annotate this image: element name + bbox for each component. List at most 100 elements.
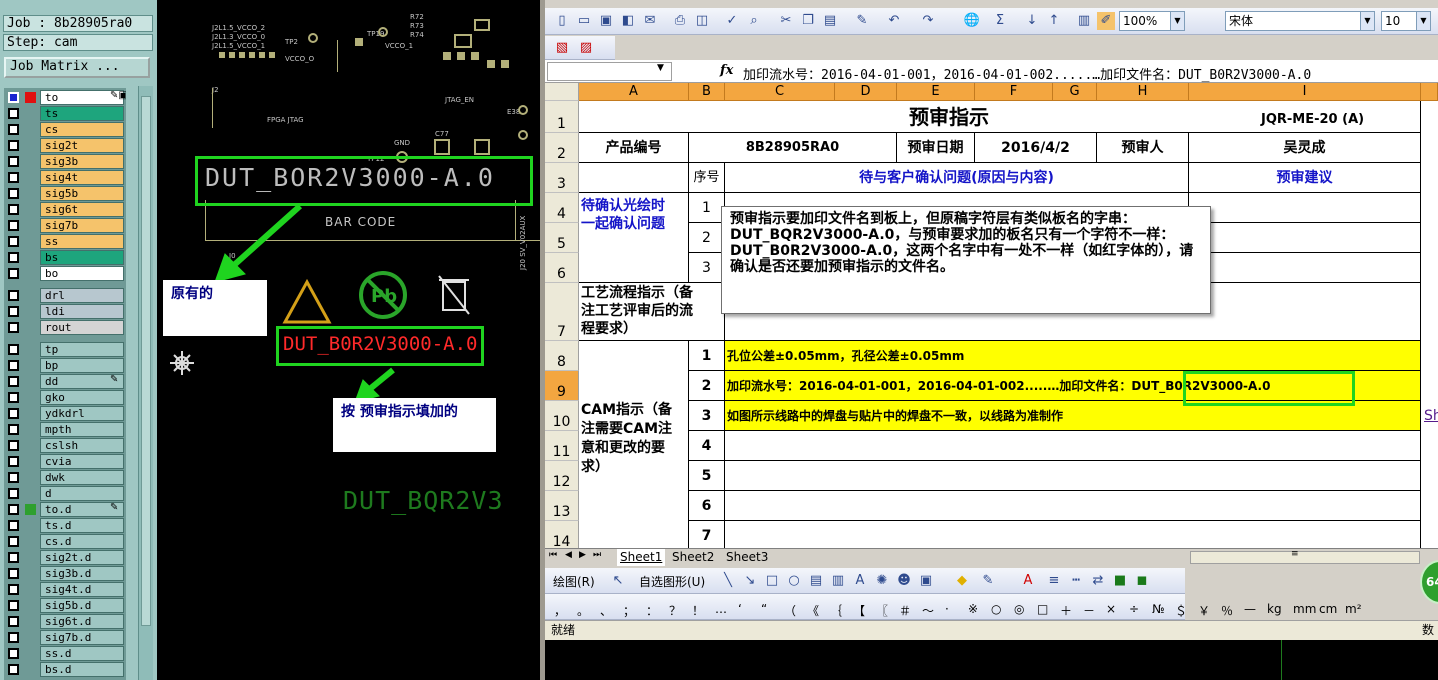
layer-row[interactable]: sig4t [4, 170, 126, 185]
dash-style-icon[interactable]: ┅ [1067, 572, 1085, 590]
3d-icon[interactable]: ◼ [1133, 572, 1151, 590]
layer-checkbox[interactable] [8, 648, 19, 659]
research-icon[interactable]: ⌕ [745, 12, 763, 30]
row-header[interactable]: 10 [545, 401, 579, 431]
product-no-label[interactable]: 产品编号 [579, 133, 689, 163]
layer-name[interactable]: dwk [40, 470, 124, 485]
cam-label[interactable]: CAM指示（备 注需要CAM注 意和更改的要 求） [579, 341, 689, 548]
symbol-button[interactable]: ‘ [738, 602, 742, 616]
layer-row[interactable]: sig3b [4, 154, 126, 169]
tab-sheet3[interactable]: Sheet3 [723, 549, 771, 566]
font-size-select[interactable]: 10 ▼ [1381, 11, 1431, 31]
symbol-button[interactable]: ÷ [1129, 602, 1139, 616]
layer-checkbox[interactable] [8, 360, 19, 371]
cam-seq-cell[interactable]: 1 [689, 341, 725, 371]
layer-name[interactable]: tp [40, 342, 124, 357]
layer-checkbox[interactable] [8, 440, 19, 451]
layer-name[interactable]: sig2t [40, 138, 124, 153]
layer-row[interactable]: cslsh [4, 438, 126, 453]
draw-menu[interactable]: 绘图(R) [553, 573, 595, 590]
tab-sheet2[interactable]: Sheet2 [669, 549, 717, 566]
layer-checkbox[interactable] [8, 536, 19, 547]
row-header[interactable]: 5 [545, 223, 579, 253]
print-preview-icon[interactable]: ◫ [693, 12, 711, 30]
layer-row[interactable]: bs.d [4, 662, 126, 677]
cam-seq-cell[interactable]: 2 [689, 371, 725, 401]
copy-icon[interactable]: ❐ [799, 12, 817, 30]
row-header[interactable]: 11 [545, 431, 579, 461]
layer-checkbox[interactable] [8, 290, 19, 301]
symbol-button[interactable]: 〖 [876, 602, 888, 619]
layer-row[interactable]: sig7b.d [4, 630, 126, 645]
layer-row[interactable]: sig5b [4, 186, 126, 201]
symbol-button[interactable]: cm [1319, 602, 1337, 616]
row-header[interactable]: 12 [545, 461, 579, 491]
fx-label[interactable]: fx [720, 63, 733, 78]
review-date[interactable]: 2016/4/2 [975, 133, 1097, 163]
formula-input[interactable]: 加印流水号：2016-04-01-001，2016-04-01-002.....… [743, 64, 1311, 83]
column-header[interactable]: F [975, 83, 1053, 101]
first-sheet-icon[interactable]: ⏮ [549, 550, 557, 560]
layer-row[interactable]: dd ✎ [4, 374, 126, 389]
symbol-button[interactable]: 。 [577, 602, 589, 619]
zoom-select[interactable]: 100% ▼ [1119, 11, 1185, 31]
column-header[interactable]: A [579, 83, 689, 101]
layer-name[interactable]: ydkdrl [40, 406, 124, 421]
layer-checkbox[interactable] [8, 376, 19, 387]
symbol-button[interactable]: ○ [991, 602, 1001, 616]
row-header[interactable]: 8 [545, 341, 579, 371]
cam-seq-cell[interactable]: 4 [689, 431, 725, 461]
cell[interactable] [725, 491, 1421, 521]
cell-comment[interactable]: 预审指示要加印文件名到板上，但原稿字符层有类似板名的字串：DUT_BQR2V30… [721, 206, 1211, 314]
symbol-button[interactable]: — [1244, 602, 1256, 616]
layer-name[interactable]: cvia [40, 454, 124, 469]
cell[interactable] [579, 163, 689, 193]
column-header[interactable]: D [835, 83, 897, 101]
layer-row[interactable]: ts.d [4, 518, 126, 533]
oval-icon[interactable]: ○ [785, 572, 803, 590]
layer-name[interactable]: ldi [40, 304, 124, 319]
autoshapes-menu[interactable]: 自选图形(U) [639, 573, 705, 590]
layer-row[interactable]: to.d ✎ [4, 502, 126, 517]
cell[interactable] [725, 461, 1421, 491]
review-date-label[interactable]: 预审日期 [897, 133, 975, 163]
clipart-icon[interactable]: ☻ [895, 572, 913, 590]
symbol-button[interactable]: （ [784, 602, 796, 619]
layer-name[interactable]: sig4t.d [40, 582, 124, 597]
layer-checkbox[interactable] [8, 306, 19, 317]
layer-row[interactable]: sig6t [4, 202, 126, 217]
layer-name[interactable]: sig3b [40, 154, 124, 169]
cursor-icon[interactable]: ↖ [609, 572, 627, 590]
open-icon[interactable]: ▭ [575, 12, 593, 30]
row-header[interactable]: 1 [545, 101, 579, 133]
sort-descending-icon[interactable]: ↑ [1045, 12, 1063, 30]
layer-checkbox[interactable] [8, 472, 19, 483]
symbol-button[interactable]: ； [623, 602, 635, 619]
undo-icon[interactable]: ↶ [885, 12, 903, 30]
layer-checkbox[interactable] [8, 156, 19, 167]
sort-ascending-icon[interactable]: ↓ [1023, 12, 1041, 30]
layer-name[interactable]: ts [40, 106, 124, 121]
layer-checkbox[interactable] [8, 92, 19, 103]
symbol-button[interactable]: № [1152, 602, 1164, 616]
symbol-button[interactable]: ％ [1221, 602, 1233, 619]
layer-name[interactable]: sig6t.d [40, 614, 124, 629]
scrollbar-thumb[interactable] [141, 96, 151, 626]
layer-row[interactable]: sig7b [4, 218, 126, 233]
reviewer[interactable]: 吴灵成 [1189, 133, 1421, 163]
cell[interactable] [725, 431, 1421, 461]
seq-cell[interactable]: 2 [689, 223, 725, 253]
chevron-down-icon[interactable]: ▼ [657, 63, 664, 73]
layer-checkbox[interactable] [8, 664, 19, 675]
layer-checkbox[interactable] [8, 504, 19, 515]
diagram-icon[interactable]: ✺ [873, 572, 891, 590]
row-header[interactable]: 14 [545, 521, 579, 548]
save-icon[interactable]: ▣ [597, 12, 615, 30]
layer-checkbox[interactable] [8, 488, 19, 499]
suggest-header[interactable]: 预审建议 [1189, 163, 1421, 193]
layer-checkbox[interactable] [8, 584, 19, 595]
row-header[interactable]: 13 [545, 491, 579, 521]
layer-checkbox[interactable] [8, 220, 19, 231]
chevron-down-icon[interactable]: ▼ [1360, 12, 1374, 30]
symbol-button[interactable]: 《 [807, 602, 819, 619]
